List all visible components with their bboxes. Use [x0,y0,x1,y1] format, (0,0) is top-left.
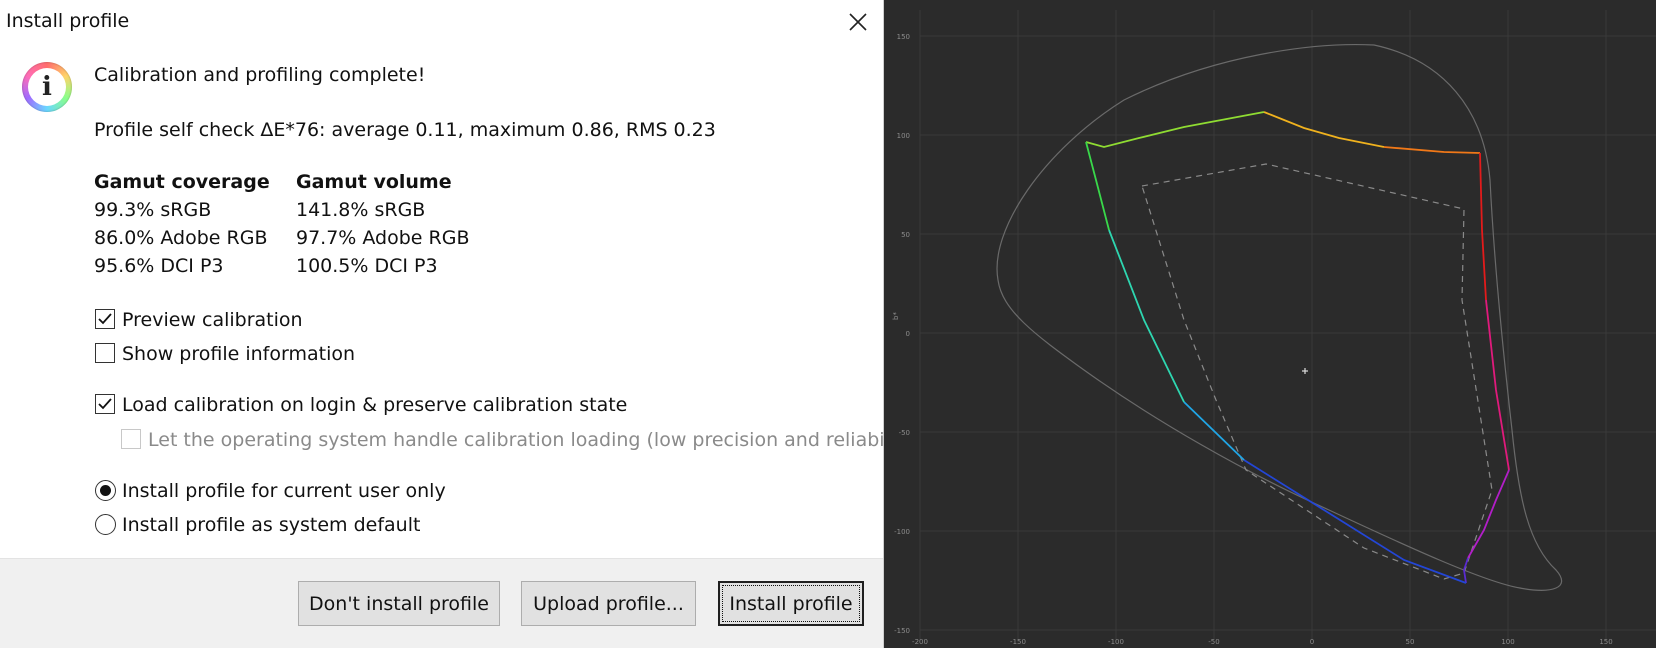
self-check-result: Profile self check ΔE*76: average 0.11, … [94,119,716,141]
x-tick-label: -50 [1208,638,1219,646]
x-tick-label: 150 [1599,638,1612,646]
screen: Install profile i Calibration and profil… [0,0,1656,648]
show-profile-info-checkbox[interactable] [95,343,115,363]
x-tick-label: -100 [1108,638,1124,646]
y-tick-label: 50 [901,231,910,239]
volume-adobe-rgb: 97.7% Adobe RGB [296,227,470,249]
preview-calibration-checkbox[interactable] [95,309,115,329]
x-tick-label: 50 [1406,638,1415,646]
y-tick-label: 100 [897,132,910,140]
show-profile-info-label[interactable]: Show profile information [122,343,355,365]
gamut-plot: 150 100 50 0 -50 -100 -150 b* -200 -150 … [884,0,1656,648]
x-tick-label: 0 [1310,638,1314,646]
load-calibration-label[interactable]: Load calibration on login & preserve cal… [122,394,627,416]
gamut-plot-svg: 150 100 50 0 -50 -100 -150 b* -200 -150 … [884,0,1656,648]
preview-calibration-label[interactable]: Preview calibration [122,309,303,331]
dialog-title: Install profile [6,10,130,32]
gamut-coverage-header: Gamut coverage [94,171,270,193]
coverage-srgb: 99.3% sRGB [94,199,212,221]
install-system-default-radio[interactable] [95,514,116,535]
y-tick-label: -50 [899,429,910,437]
os-handle-calibration-label: Let the operating system handle calibrat… [148,429,922,451]
x-tick-label: 100 [1501,638,1514,646]
y-tick-label: -150 [894,627,910,635]
x-tick-label: -200 [912,638,928,646]
y-tick-label: 150 [897,33,910,41]
title-bar: Install profile [0,0,884,44]
x-tick-label: -150 [1010,638,1026,646]
checkmark-icon [98,313,112,325]
load-calibration-checkbox[interactable] [95,394,115,414]
y-tick-label: -100 [894,528,910,536]
close-button[interactable] [842,6,874,38]
upload-profile-button[interactable]: Upload profile... [521,581,696,626]
y-axis-label: b* [892,312,900,320]
headline: Calibration and profiling complete! [94,64,426,86]
volume-srgb: 141.8% sRGB [296,199,426,221]
coverage-adobe-rgb: 86.0% Adobe RGB [94,227,268,249]
info-icon: i [22,62,72,112]
install-profile-button[interactable]: Install profile [718,581,864,626]
install-system-default-label[interactable]: Install profile as system default [122,514,420,536]
install-current-user-label[interactable]: Install profile for current user only [122,480,446,502]
coverage-dci-p3: 95.6% DCI P3 [94,255,224,277]
install-current-user-radio[interactable] [95,480,116,501]
close-icon [849,13,867,31]
gamut-volume-header: Gamut volume [296,171,452,193]
dont-install-profile-button[interactable]: Don't install profile [298,581,500,626]
volume-dci-p3: 100.5% DCI P3 [296,255,438,277]
os-handle-calibration-checkbox[interactable] [121,429,141,449]
checkmark-icon [98,398,112,410]
install-profile-dialog: Install profile i Calibration and profil… [0,0,921,648]
y-tick-label: 0 [906,330,910,338]
